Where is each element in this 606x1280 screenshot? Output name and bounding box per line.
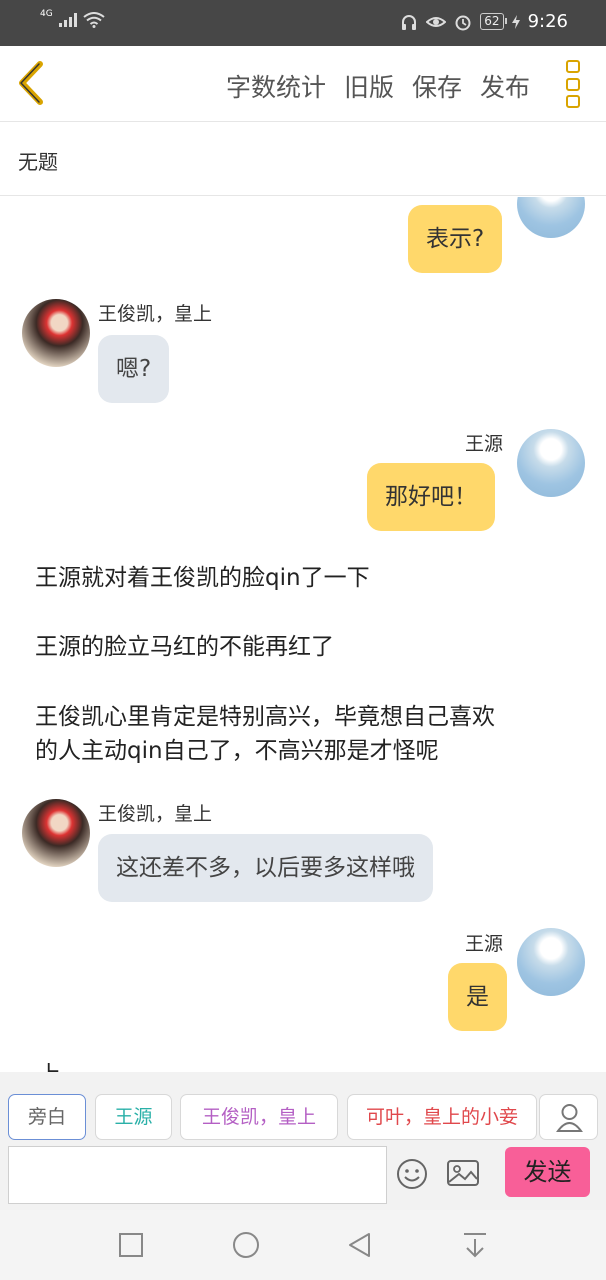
narration-text[interactable]: 王源的脸立马红的不能再红了 [35,629,585,665]
recents-icon[interactable] [116,1230,146,1260]
home-icon[interactable] [231,1230,261,1260]
sender-name: 王俊凯，皇上 [98,303,213,325]
composer: 发送 [0,1144,606,1210]
character-chip-wangyuan[interactable]: 王源 [95,1094,172,1140]
charging-icon [511,14,520,29]
more-menu-icon[interactable] [566,60,580,108]
hide-keyboard-icon[interactable] [460,1230,490,1260]
system-nav-bar [0,1210,606,1280]
title-field[interactable]: 无题 [0,122,606,196]
emoji-icon[interactable] [396,1158,428,1190]
status-bar: 4G 62 9:26 [0,0,606,46]
avatar-wangjunkai[interactable] [22,299,90,367]
publish-button[interactable]: 发布 [480,68,530,104]
signal-icon [58,13,77,27]
character-selector: 旁白 王源 王俊凯，皇上 可叶，皇上的小妾 [0,1072,606,1144]
message-bubble[interactable]: 嗯? [98,335,170,403]
sender-name: 王源 [465,433,504,455]
avatar-wangjunkai[interactable] [22,799,90,867]
chat-area[interactable]: 表示? 王俊凯，皇上 嗯? 王源 那好吧！ 王源就对着王俊凯的脸qin了一下 王… [0,197,606,1072]
message-bubble[interactable]: 这还差不多，以后要多这样哦 [98,834,433,902]
sender-name: 王俊凯，皇上 [98,803,213,825]
word-count-button[interactable]: 字数统计 [226,68,326,104]
character-chip-narrator[interactable]: 旁白 [8,1094,86,1140]
app-header: 字数统计 旧版 保存 发布 [0,46,606,122]
avatar-wangyuan[interactable] [517,197,585,238]
send-button[interactable]: 发送 [505,1147,590,1197]
narration-text[interactable]: 的人主动qin自己了，不高兴那是才怪呢 [35,733,585,769]
document-title: 无题 [18,150,58,174]
back-icon[interactable] [12,60,52,106]
message-bubble[interactable]: 是 [448,963,507,1031]
narration-text[interactable]: 上 [38,1057,588,1072]
avatar-wangyuan[interactable] [517,928,585,996]
character-chip-keye[interactable]: 可叶，皇上的小妾 [347,1094,537,1140]
narration-text[interactable]: 王源就对着王俊凯的脸qin了一下 [35,560,585,596]
sender-name: 王源 [465,933,504,955]
save-button[interactable]: 保存 [412,68,462,104]
message-input[interactable] [8,1146,387,1204]
eye-icon [426,16,447,27]
alarm-icon [455,15,471,30]
network-type: 4G [40,9,53,19]
narration-text[interactable]: 王俊凯心里肯定是特别高兴，毕竟想自己喜欢 [35,699,585,735]
person-icon [556,1104,583,1132]
old-version-button[interactable]: 旧版 [344,68,394,104]
image-icon[interactable] [446,1158,480,1188]
character-chip-wangjunkai[interactable]: 王俊凯，皇上 [180,1094,338,1140]
avatar-wangyuan[interactable] [517,429,585,497]
back-nav-icon[interactable] [345,1230,375,1260]
wifi-icon [83,12,105,28]
add-character-button[interactable] [539,1094,598,1140]
message-bubble[interactable]: 表示? [408,205,503,273]
clock: 9:26 [527,11,568,32]
message-bubble[interactable]: 那好吧！ [367,463,495,531]
battery-indicator: 62 [480,13,507,30]
headphones-icon [402,14,417,30]
